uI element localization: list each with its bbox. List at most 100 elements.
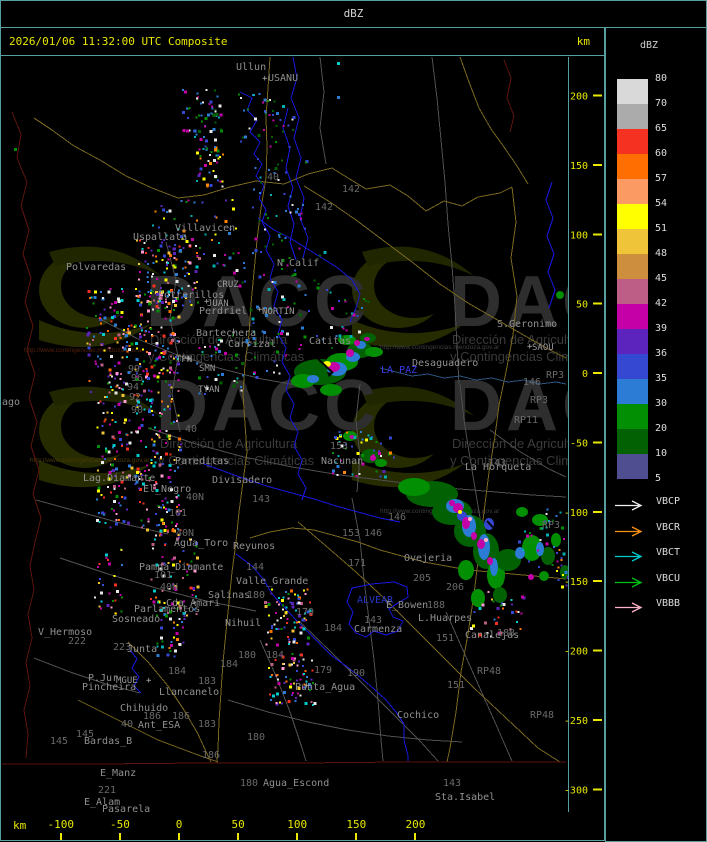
map-place-label: CRUZ [217, 280, 239, 290]
radar-echo-pixel [270, 592, 273, 595]
radar-echo-pixel [97, 512, 100, 514]
radar-echo-pixel [302, 672, 305, 675]
radar-echo-pixel [225, 199, 227, 202]
radar-echo-pixel [291, 653, 294, 656]
radar-echo-pixel [361, 438, 364, 441]
x-tick-mark [178, 833, 180, 840]
radar-echo-pixel [350, 445, 353, 448]
radar-echo-pixel [236, 377, 239, 380]
radar-echo-pixel [127, 331, 131, 335]
radar-echo-pixel [288, 685, 292, 689]
radar-echo-pixel [231, 198, 234, 201]
radar-echo-pixel [114, 458, 117, 461]
radar-echo-pixel [201, 353, 204, 356]
radar-echo-pixel [124, 335, 127, 338]
radar-echo-pixel [121, 356, 124, 359]
radar-echo-pixel [93, 295, 97, 299]
radar-echo-pixel [173, 257, 176, 260]
radar-echo-pixel [219, 113, 223, 117]
radar-echo-pixel [99, 317, 101, 320]
radar-echo-pixel [156, 344, 159, 347]
radar-echo-pixel [280, 599, 284, 603]
radar-echo-pixel [121, 288, 124, 291]
radar-echo-pixel [199, 102, 202, 105]
site-marker-icon: + [304, 681, 310, 691]
radar-echo-pixel [179, 448, 183, 452]
radar-echo-pixel [106, 411, 109, 414]
radar-echo-pixel [152, 547, 154, 550]
radar-echo-pixel [297, 208, 300, 211]
radar-echo-pixel [176, 371, 179, 374]
radar-echo-pixel [364, 438, 368, 442]
radar-echo-pixel [146, 276, 149, 279]
radar-echo-pixel [155, 524, 158, 527]
radar-echo-pixel [144, 260, 147, 263]
radar-echo-pixel [154, 596, 157, 599]
radar-echo-pixel [308, 310, 310, 312]
radar-echo-pixel [99, 591, 103, 595]
radar-echo-pixel [198, 148, 201, 151]
colorbar-swatch [617, 179, 648, 204]
radar-echo-pixel [188, 261, 192, 265]
map-route-label: 222 [68, 636, 86, 647]
site-marker-icon: + [186, 354, 192, 364]
radar-echo-pixel [291, 629, 295, 633]
radar-echo-pixel [155, 432, 158, 435]
radar-echo-pixel [177, 504, 180, 506]
radar-echo-pixel [337, 96, 340, 99]
radar-echo-pixel [189, 244, 192, 247]
radar-echo-pixel [116, 297, 120, 301]
radar-echo-pixel [97, 565, 99, 568]
radar-echo-pixel [185, 129, 189, 133]
radar-echo-pixel [150, 327, 153, 330]
radar-echo-pixel [99, 607, 102, 610]
radar-echo-pixel [199, 154, 202, 157]
radar-echo-pixel [199, 167, 203, 171]
radar-echo-pixel [243, 267, 246, 270]
radar-echo-pixel [170, 386, 173, 389]
radar-echo-pixel [214, 175, 217, 178]
x-tick-label: 100 [287, 818, 308, 831]
radar-echo-pixel [221, 372, 225, 376]
map-route-label: 184 [220, 659, 238, 670]
radar-echo-pixel [97, 401, 100, 404]
radar-echo-pixel [297, 284, 301, 288]
radar-echo-pixel [196, 255, 199, 257]
map-route-label: 145 [50, 736, 68, 747]
radar-echo-pixel [570, 547, 573, 550]
radar-echo-pixel [155, 301, 158, 304]
radar-echo-pixel [277, 681, 281, 685]
map-route-label: 40 [267, 172, 279, 183]
radar-echo-pixel [109, 288, 112, 291]
radar-echo-pixel [278, 236, 281, 238]
radar-echo-pixel [244, 280, 247, 283]
radar-echo-pixel [87, 290, 91, 294]
radar-echo-pixel [510, 610, 514, 614]
radar-echo-pixel [169, 341, 173, 345]
radar-echo-pixel [285, 621, 288, 624]
radar-echo-pixel [123, 399, 127, 403]
radar-echo-pixel [206, 375, 209, 378]
radar-echo-pixel [300, 326, 304, 330]
radar-echo-pixel [304, 619, 306, 622]
radar-echo-pixel [105, 557, 108, 560]
map-route-label: 153 [330, 441, 348, 452]
radar-echo-pixel [162, 334, 166, 338]
radar-echo-pixel [154, 349, 157, 352]
map-route-label: RP11 [514, 415, 538, 426]
radar-echo-pixel [209, 100, 213, 104]
legend-panel: dBZ 80 70 65 60 57 54 51 48 45 42 39 36 35 30 20 10 5 VBC… [605, 27, 707, 842]
radar-echo-pixel [146, 370, 149, 373]
radar-echo-pixel [155, 260, 158, 263]
radar-echo-pixel [119, 594, 122, 597]
radar-echo-pixel [272, 119, 275, 122]
radar-echo-pixel [88, 296, 91, 299]
radar-echo-pixel [182, 626, 184, 629]
radar-echo-pixel [218, 350, 221, 354]
radar-echo-pixel [517, 610, 520, 613]
radar-echo-pixel [145, 330, 148, 332]
radar-echo-pixel [94, 314, 97, 317]
map-place-label: Ant_ESA [138, 720, 180, 731]
colorbar-value: 42 [655, 298, 668, 309]
radar-echo-pixel [379, 455, 382, 458]
